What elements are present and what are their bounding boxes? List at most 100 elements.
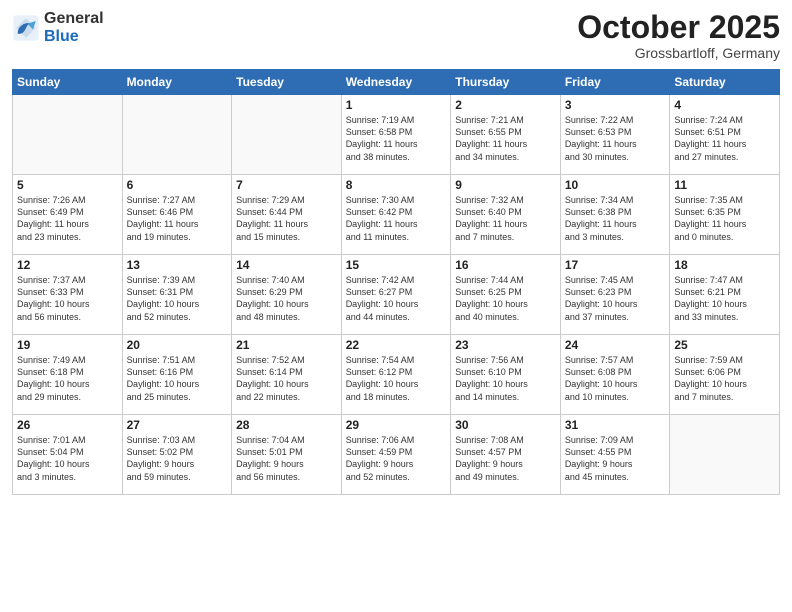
calendar-week-3: 12 Sunrise: 7:37 AM Sunset: 6:33 PM Dayli… (13, 255, 780, 335)
day-info: Sunrise: 7:34 AM Sunset: 6:38 PM Dayligh… (565, 194, 666, 243)
calendar-cell: 8 Sunrise: 7:30 AM Sunset: 6:42 PM Daylig… (341, 175, 451, 255)
calendar-cell: 30 Sunrise: 7:08 AM Sunset: 4:57 PM Dayli… (451, 415, 561, 495)
day-info: Sunrise: 7:54 AM Sunset: 6:12 PM Dayligh… (346, 354, 447, 403)
day-info: Sunrise: 7:40 AM Sunset: 6:29 PM Dayligh… (236, 274, 337, 323)
header: General Blue October 2025 Grossbartloff,… (12, 10, 780, 61)
day-number: 23 (455, 338, 556, 352)
day-number: 27 (127, 418, 228, 432)
calendar-cell: 28Sunrise: 7:04 AM Sunset: 5:01 PM Dayli… (232, 415, 342, 495)
calendar-cell: 27 Sunrise: 7:03 AM Sunset: 5:02 PM Dayli… (122, 415, 232, 495)
calendar-cell: 3 Sunrise: 7:22 AM Sunset: 6:53 PM Daylig… (560, 95, 670, 175)
day-number: 30 (455, 418, 556, 432)
calendar-cell: 17 Sunrise: 7:45 AM Sunset: 6:23 PM Dayli… (560, 255, 670, 335)
calendar-cell: 10 Sunrise: 7:34 AM Sunset: 6:38 PM Dayli… (560, 175, 670, 255)
day-info: Sunrise: 7:57 AM Sunset: 6:08 PM Dayligh… (565, 354, 666, 403)
calendar-cell: 18 Sunrise: 7:47 AM Sunset: 6:21 PM Dayli… (670, 255, 780, 335)
day-info: Sunrise: 7:27 AM Sunset: 6:46 PM Dayligh… (127, 194, 228, 243)
calendar-cell: 16Sunrise: 7:44 AM Sunset: 6:25 PM Dayli… (451, 255, 561, 335)
day-info: Sunrise: 7:49 AM Sunset: 6:18 PM Dayligh… (17, 354, 118, 403)
day-number: 14 (236, 258, 337, 272)
day-info: Sunrise: 7:56 AM Sunset: 6:10 PM Dayligh… (455, 354, 556, 403)
calendar-week-5: 26Sunrise: 7:01 AM Sunset: 5:04 PM Dayli… (13, 415, 780, 495)
day-info: Sunrise: 7:03 AM Sunset: 5:02 PM Dayligh… (127, 434, 228, 483)
day-info: Sunrise: 7:30 AM Sunset: 6:42 PM Dayligh… (346, 194, 447, 243)
weekday-header-row: Sunday Monday Tuesday Wednesday Thursday… (13, 70, 780, 95)
day-info: Sunrise: 7:59 AM Sunset: 6:06 PM Dayligh… (674, 354, 775, 403)
day-number: 19 (17, 338, 118, 352)
calendar-cell: 5Sunrise: 7:26 AM Sunset: 6:49 PM Daylig… (13, 175, 123, 255)
calendar-cell: 26Sunrise: 7:01 AM Sunset: 5:04 PM Dayli… (13, 415, 123, 495)
calendar-cell (232, 95, 342, 175)
day-info: Sunrise: 7:06 AM Sunset: 4:59 PM Dayligh… (346, 434, 447, 483)
day-number: 3 (565, 98, 666, 112)
day-number: 24 (565, 338, 666, 352)
calendar-cell: 23 Sunrise: 7:56 AM Sunset: 6:10 PM Dayli… (451, 335, 561, 415)
calendar-cell: 21 Sunrise: 7:52 AM Sunset: 6:14 PM Dayli… (232, 335, 342, 415)
day-info: Sunrise: 7:37 AM Sunset: 6:33 PM Dayligh… (17, 274, 118, 323)
day-info: Sunrise: 7:52 AM Sunset: 6:14 PM Dayligh… (236, 354, 337, 403)
calendar-cell: 1Sunrise: 7:19 AM Sunset: 6:58 PM Daylig… (341, 95, 451, 175)
calendar-cell: 9Sunrise: 7:32 AM Sunset: 6:40 PM Daylig… (451, 175, 561, 255)
logo-icon (12, 14, 40, 42)
header-wednesday: Wednesday (341, 70, 451, 95)
location: Grossbartloff, Germany (577, 45, 780, 61)
day-number: 31 (565, 418, 666, 432)
calendar-cell (670, 415, 780, 495)
day-number: 12 (17, 258, 118, 272)
logo-blue: Blue (44, 28, 104, 46)
day-number: 17 (565, 258, 666, 272)
day-info: Sunrise: 7:08 AM Sunset: 4:57 PM Dayligh… (455, 434, 556, 483)
month-title: October 2025 (577, 10, 780, 45)
calendar-cell: 6Sunrise: 7:27 AM Sunset: 6:46 PM Daylig… (122, 175, 232, 255)
day-number: 21 (236, 338, 337, 352)
header-saturday: Saturday (670, 70, 780, 95)
day-number: 29 (346, 418, 447, 432)
calendar-cell: 2 Sunrise: 7:21 AM Sunset: 6:55 PM Daylig… (451, 95, 561, 175)
day-number: 2 (455, 98, 556, 112)
calendar-cell: 15Sunrise: 7:42 AM Sunset: 6:27 PM Dayli… (341, 255, 451, 335)
day-number: 16 (455, 258, 556, 272)
day-info: Sunrise: 7:22 AM Sunset: 6:53 PM Dayligh… (565, 114, 666, 163)
calendar-week-2: 5Sunrise: 7:26 AM Sunset: 6:49 PM Daylig… (13, 175, 780, 255)
calendar-cell: 24 Sunrise: 7:57 AM Sunset: 6:08 PM Dayli… (560, 335, 670, 415)
title-block: October 2025 Grossbartloff, Germany (577, 10, 780, 61)
day-info: Sunrise: 7:09 AM Sunset: 4:55 PM Dayligh… (565, 434, 666, 483)
day-info: Sunrise: 7:47 AM Sunset: 6:21 PM Dayligh… (674, 274, 775, 323)
calendar-cell: 12 Sunrise: 7:37 AM Sunset: 6:33 PM Dayli… (13, 255, 123, 335)
day-number: 1 (346, 98, 447, 112)
day-number: 5 (17, 178, 118, 192)
calendar-cell: 19 Sunrise: 7:49 AM Sunset: 6:18 PM Dayli… (13, 335, 123, 415)
header-sunday: Sunday (13, 70, 123, 95)
calendar-cell: 20 Sunrise: 7:51 AM Sunset: 6:16 PM Dayli… (122, 335, 232, 415)
day-info: Sunrise: 7:32 AM Sunset: 6:40 PM Dayligh… (455, 194, 556, 243)
page-container: General Blue October 2025 Grossbartloff,… (0, 0, 792, 503)
day-info: Sunrise: 7:51 AM Sunset: 6:16 PM Dayligh… (127, 354, 228, 403)
calendar-cell: 31 Sunrise: 7:09 AM Sunset: 4:55 PM Dayli… (560, 415, 670, 495)
calendar-cell: 22 Sunrise: 7:54 AM Sunset: 6:12 PM Dayli… (341, 335, 451, 415)
calendar-cell (122, 95, 232, 175)
day-number: 22 (346, 338, 447, 352)
day-info: Sunrise: 7:21 AM Sunset: 6:55 PM Dayligh… (455, 114, 556, 163)
day-info: Sunrise: 7:29 AM Sunset: 6:44 PM Dayligh… (236, 194, 337, 243)
day-info: Sunrise: 7:04 AM Sunset: 5:01 PM Dayligh… (236, 434, 337, 483)
logo: General Blue (12, 10, 104, 45)
calendar-cell: 14 Sunrise: 7:40 AM Sunset: 6:29 PM Dayli… (232, 255, 342, 335)
calendar-week-4: 19 Sunrise: 7:49 AM Sunset: 6:18 PM Dayli… (13, 335, 780, 415)
day-number: 8 (346, 178, 447, 192)
day-info: Sunrise: 7:45 AM Sunset: 6:23 PM Dayligh… (565, 274, 666, 323)
day-number: 10 (565, 178, 666, 192)
day-number: 4 (674, 98, 775, 112)
day-number: 15 (346, 258, 447, 272)
day-number: 7 (236, 178, 337, 192)
logo-text: General Blue (44, 10, 104, 45)
day-number: 18 (674, 258, 775, 272)
day-number: 20 (127, 338, 228, 352)
header-friday: Friday (560, 70, 670, 95)
day-number: 26 (17, 418, 118, 432)
calendar-week-1: 1Sunrise: 7:19 AM Sunset: 6:58 PM Daylig… (13, 95, 780, 175)
calendar-cell: 29 Sunrise: 7:06 AM Sunset: 4:59 PM Dayli… (341, 415, 451, 495)
calendar-cell: 25Sunrise: 7:59 AM Sunset: 6:06 PM Dayli… (670, 335, 780, 415)
calendar: Sunday Monday Tuesday Wednesday Thursday… (12, 69, 780, 495)
day-info: Sunrise: 7:39 AM Sunset: 6:31 PM Dayligh… (127, 274, 228, 323)
calendar-cell: 13Sunrise: 7:39 AM Sunset: 6:31 PM Dayli… (122, 255, 232, 335)
